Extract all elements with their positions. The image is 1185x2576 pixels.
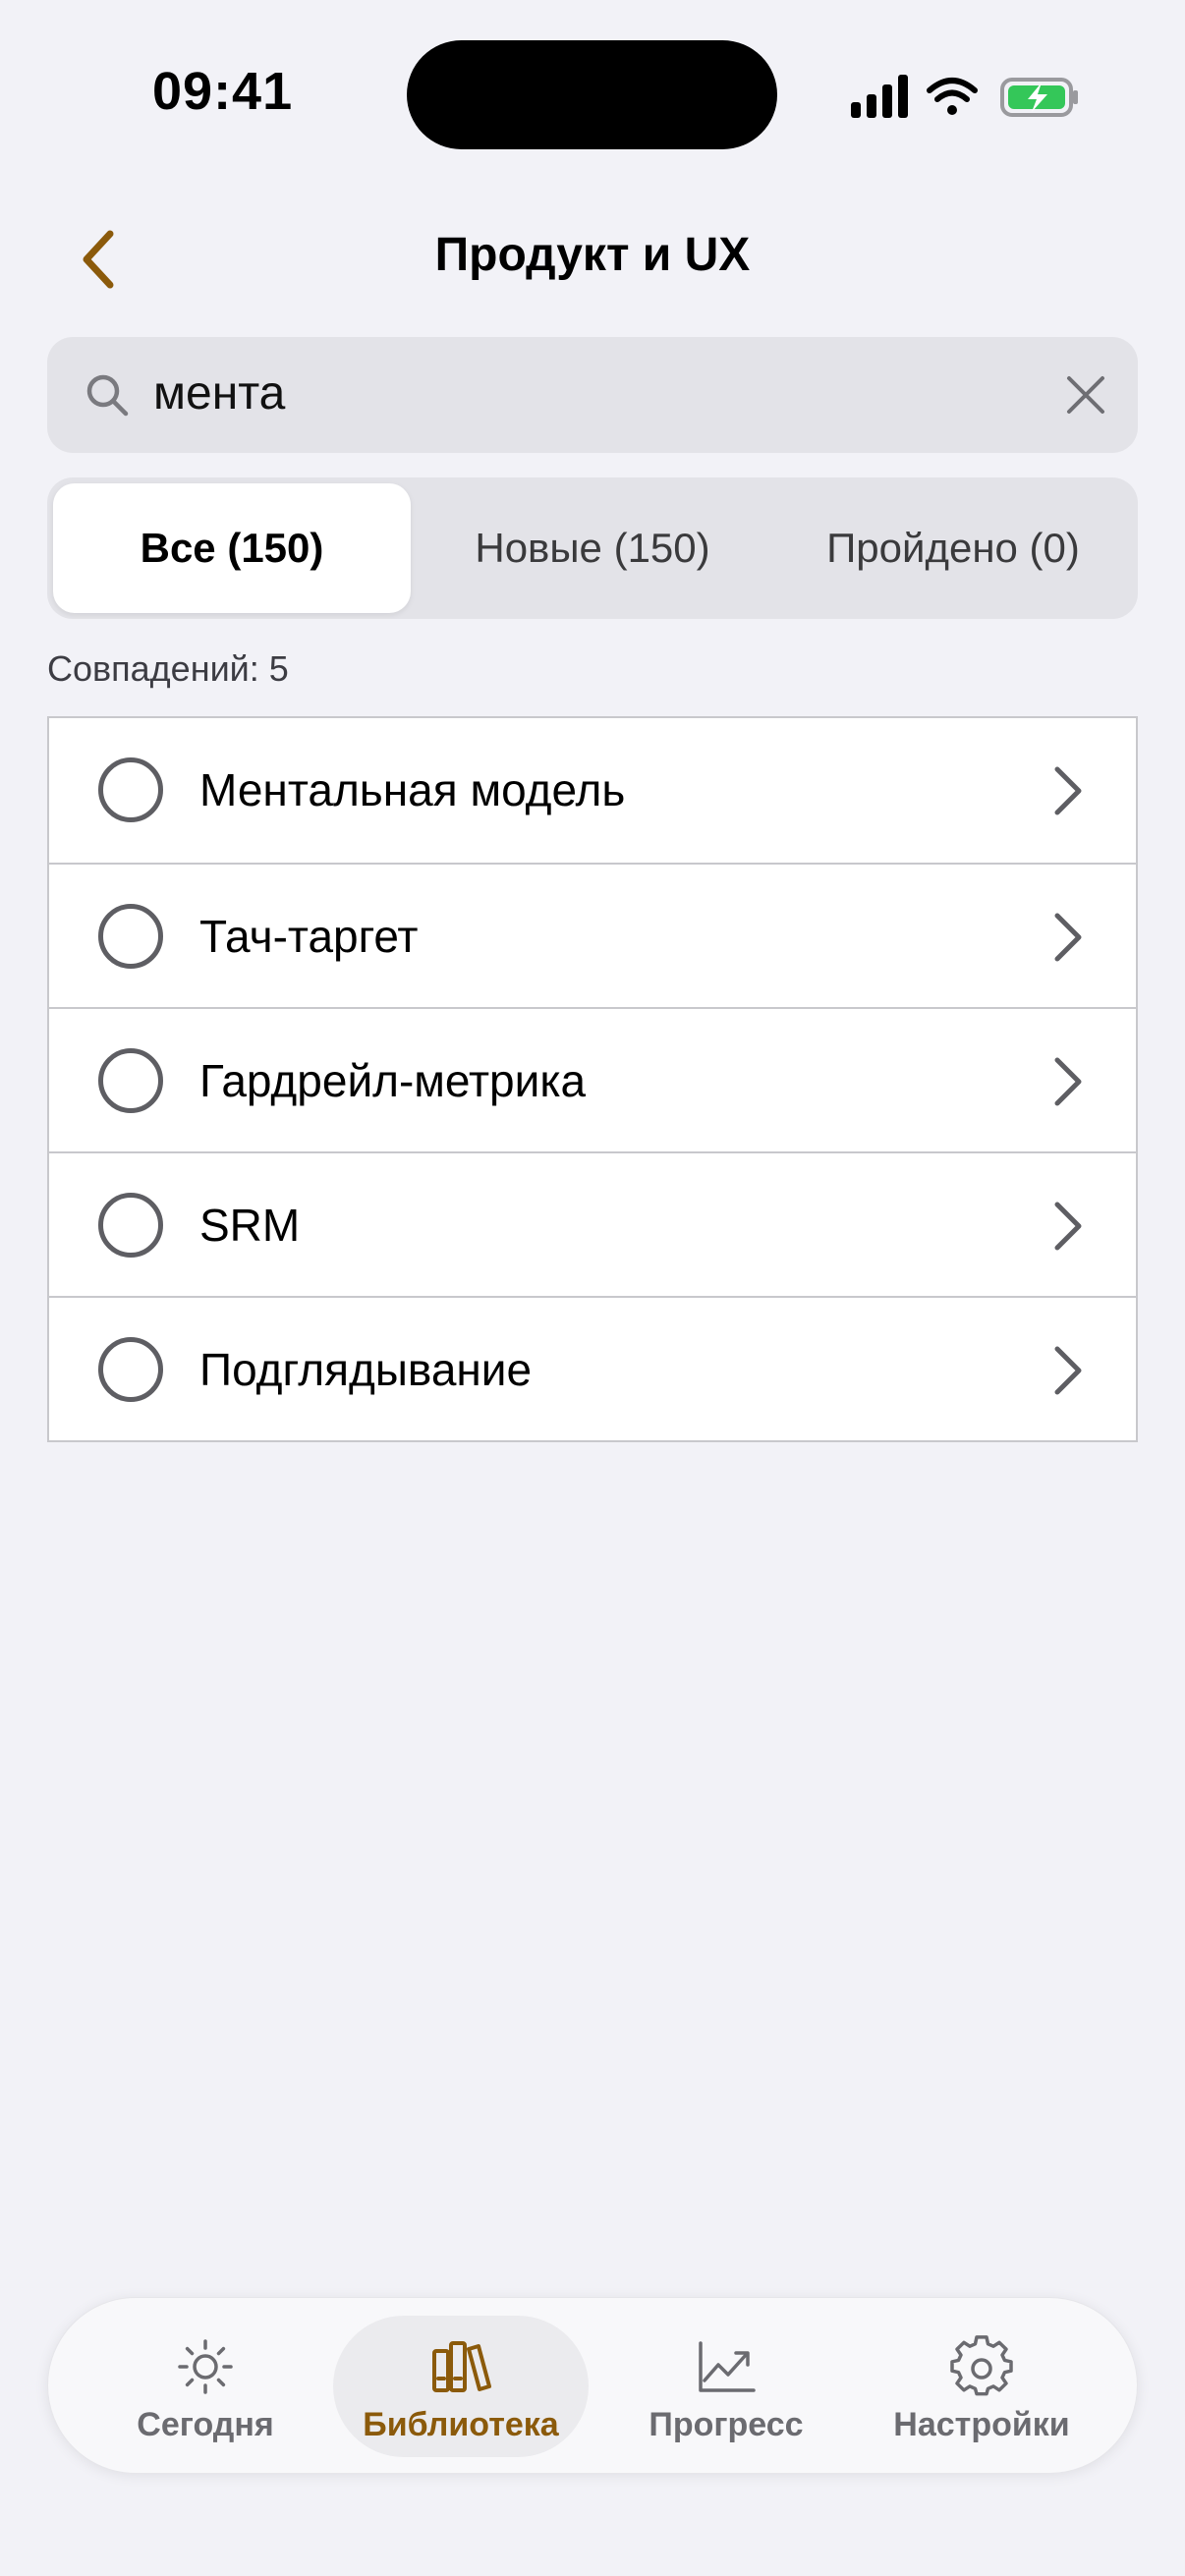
results-list: Ментальная модель Тач-таргет Гардрейл-ме… <box>47 716 1138 1442</box>
list-item-label: Подглядывание <box>199 1344 533 1395</box>
segment-new[interactable]: Новые (150) <box>413 483 772 613</box>
sun-icon <box>178 2339 233 2394</box>
tab-settings[interactable]: Настройки <box>854 2316 1109 2457</box>
list-item-label: Ментальная модель <box>199 764 626 815</box>
list-item-label: SRM <box>199 1200 301 1251</box>
tab-library[interactable]: Библиотека <box>333 2316 589 2457</box>
tab-bar: Сегодня Библиотека Прогресс Настройки <box>47 2297 1138 2474</box>
list-item[interactable]: Подглядывание <box>49 1296 1136 1440</box>
books-icon <box>432 2341 491 2392</box>
screen: 09:41 Продукт и UX мента Все (150) Новые… <box>0 0 1185 2576</box>
page-title: Продукт и UX <box>434 229 751 281</box>
status-circle-icon <box>98 1193 163 1258</box>
match-count: Совпадений: 5 <box>47 648 289 689</box>
list-item-label: Гардрейл-метрика <box>199 1055 587 1106</box>
tab-label: Сегодня <box>137 2406 274 2443</box>
segment-all[interactable]: Все (150) <box>53 483 411 613</box>
battery-charging-icon <box>1000 78 1078 117</box>
tab-today[interactable]: Сегодня <box>78 2316 333 2457</box>
status-circle-icon <box>98 757 163 822</box>
status-circle-icon <box>98 1337 163 1402</box>
list-item[interactable]: SRM <box>49 1151 1136 1296</box>
chevron-right-icon <box>1054 913 1082 962</box>
chevron-right-icon <box>1054 1346 1082 1395</box>
tab-label: Библиотека <box>363 2406 559 2443</box>
status-circle-icon <box>98 1048 163 1113</box>
list-item[interactable]: Ментальная модель <box>49 718 1136 863</box>
status-time: 09:41 <box>152 62 294 121</box>
chevron-right-icon <box>1054 1202 1082 1251</box>
wifi-icon <box>927 78 978 115</box>
signal-icon <box>851 75 908 118</box>
search-field[interactable]: мента <box>47 337 1138 453</box>
list-item-label: Тач-таргет <box>199 911 419 962</box>
list-item[interactable]: Гардрейл-метрика <box>49 1007 1136 1151</box>
search-input[interactable]: мента <box>153 366 285 420</box>
tab-label: Прогресс <box>649 2406 804 2443</box>
search-icon <box>86 374 129 417</box>
gear-icon <box>950 2335 1013 2396</box>
filter-segmented-control: Все (150) Новые (150) Пройдено (0) <box>47 477 1138 619</box>
dynamic-island <box>407 40 777 149</box>
segment-completed[interactable]: Пройдено (0) <box>774 483 1132 613</box>
list-item[interactable]: Тач-таргет <box>49 863 1136 1007</box>
tab-progress[interactable]: Прогресс <box>598 2316 854 2457</box>
status-icons <box>851 75 1078 118</box>
chevron-right-icon <box>1054 766 1082 815</box>
chart-icon <box>699 2341 756 2392</box>
tab-label: Настройки <box>893 2406 1070 2443</box>
chevron-right-icon <box>1054 1057 1082 1106</box>
status-circle-icon <box>98 904 163 969</box>
clear-search-icon[interactable] <box>1063 372 1108 418</box>
